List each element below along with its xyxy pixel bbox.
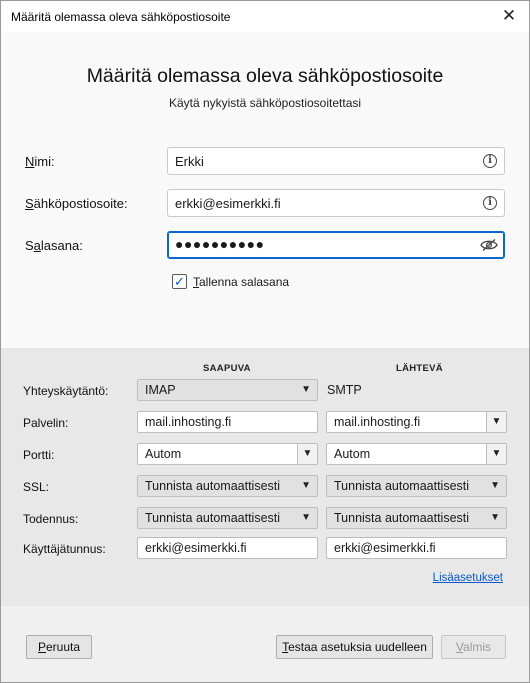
outgoing-ssl-select[interactable]: Tunnista automaattisesti ▼ xyxy=(326,475,507,497)
outgoing-header: LÄHTEVÄ xyxy=(396,363,443,374)
remember-password-checkbox[interactable]: ✓ xyxy=(172,274,187,289)
hide-password-icon[interactable] xyxy=(480,238,498,252)
password-value: ●●●●●●●●●● xyxy=(175,236,265,252)
incoming-server-input[interactable]: mail.inhosting.fi xyxy=(137,411,318,433)
chevron-down-icon: ▼ xyxy=(301,480,311,491)
account-setup-window: Määritä olemassa oleva sähköpostiosoite … xyxy=(0,0,530,683)
incoming-ssl-select[interactable]: Tunnista automaattisesti ▼ xyxy=(137,475,318,497)
email-field[interactable]: erkki@esimerkki.fi i xyxy=(167,189,505,217)
incoming-username-input[interactable]: erkki@esimerkki.fi xyxy=(137,537,318,559)
page-subtitle: Käytä nykyistä sähköpostiosoitettasi xyxy=(168,96,362,110)
outgoing-auth-select[interactable]: Tunnista automaattisesti ▼ xyxy=(326,507,507,529)
name-label: Nimi: xyxy=(25,154,55,169)
done-button[interactable]: Valmis xyxy=(441,635,506,659)
password-label: Salasana: xyxy=(25,238,83,253)
ssl-label: SSL: xyxy=(23,480,50,494)
page-title: Määritä olemassa oleva sähköpostiosoite xyxy=(86,65,444,87)
protocol-label: Yhteyskäytäntö: xyxy=(23,384,109,398)
title-bar: Määritä olemassa oleva sähköpostiosoite … xyxy=(1,1,529,32)
remember-password-label[interactable]: Tallenna salasana xyxy=(193,275,289,289)
chevron-down-icon[interactable]: ▼ xyxy=(486,412,506,432)
incoming-server-value: mail.inhosting.fi xyxy=(145,415,232,429)
incoming-auth-value: Tunnista automaattisesti xyxy=(145,511,281,525)
chevron-down-icon: ▼ xyxy=(490,512,500,523)
outgoing-port-combo[interactable]: Autom ▼ xyxy=(326,443,507,465)
email-label: Sähköpostiosoite: xyxy=(25,196,128,211)
info-icon[interactable]: i xyxy=(483,196,497,210)
info-icon[interactable]: i xyxy=(483,154,497,168)
cancel-button[interactable]: Peruuta xyxy=(26,635,92,659)
chevron-down-icon: ▼ xyxy=(490,480,500,491)
retest-button[interactable]: Testaa asetuksia uudelleen xyxy=(276,635,433,659)
chevron-down-icon: ▼ xyxy=(301,512,311,523)
outgoing-username-value: erkki@esimerkki.fi xyxy=(334,541,436,555)
name-field[interactable]: Erkki i xyxy=(167,147,505,175)
close-icon[interactable]: ✕ xyxy=(501,7,517,24)
incoming-protocol-value: IMAP xyxy=(145,383,176,397)
incoming-header: SAAPUVA xyxy=(203,363,251,374)
outgoing-ssl-value: Tunnista automaattisesti xyxy=(334,479,470,493)
name-value: Erkki xyxy=(175,154,204,169)
chevron-down-icon[interactable]: ▼ xyxy=(486,444,506,464)
window-title: Määritä olemassa oleva sähköpostiosoite xyxy=(11,9,231,24)
chevron-down-icon[interactable]: ▼ xyxy=(297,444,317,464)
outgoing-auth-value: Tunnista automaattisesti xyxy=(334,511,470,525)
chevron-down-icon: ▼ xyxy=(301,384,311,395)
incoming-auth-select[interactable]: Tunnista automaattisesti ▼ xyxy=(137,507,318,529)
port-label: Portti: xyxy=(23,448,55,462)
outgoing-port-value: Autom xyxy=(334,447,371,461)
incoming-ssl-value: Tunnista automaattisesti xyxy=(145,479,281,493)
incoming-protocol-select[interactable]: IMAP ▼ xyxy=(137,379,318,401)
outgoing-server-value: mail.inhosting.fi xyxy=(334,415,421,429)
outgoing-protocol-value: SMTP xyxy=(327,383,362,397)
advanced-settings-link[interactable]: Lisäasetukset xyxy=(433,572,503,584)
outgoing-server-combo[interactable]: mail.inhosting.fi ▼ xyxy=(326,411,507,433)
outgoing-username-input[interactable]: erkki@esimerkki.fi xyxy=(326,537,507,559)
email-value: erkki@esimerkki.fi xyxy=(175,196,281,211)
server-label: Palvelin: xyxy=(23,416,69,430)
auth-label: Todennus: xyxy=(23,512,79,526)
incoming-port-combo[interactable]: Autom ▼ xyxy=(137,443,318,465)
username-label: Käyttäjätunnus: xyxy=(23,542,106,556)
password-field[interactable]: ●●●●●●●●●● xyxy=(167,231,505,259)
incoming-port-value: Autom xyxy=(145,447,182,461)
incoming-username-value: erkki@esimerkki.fi xyxy=(145,541,247,555)
